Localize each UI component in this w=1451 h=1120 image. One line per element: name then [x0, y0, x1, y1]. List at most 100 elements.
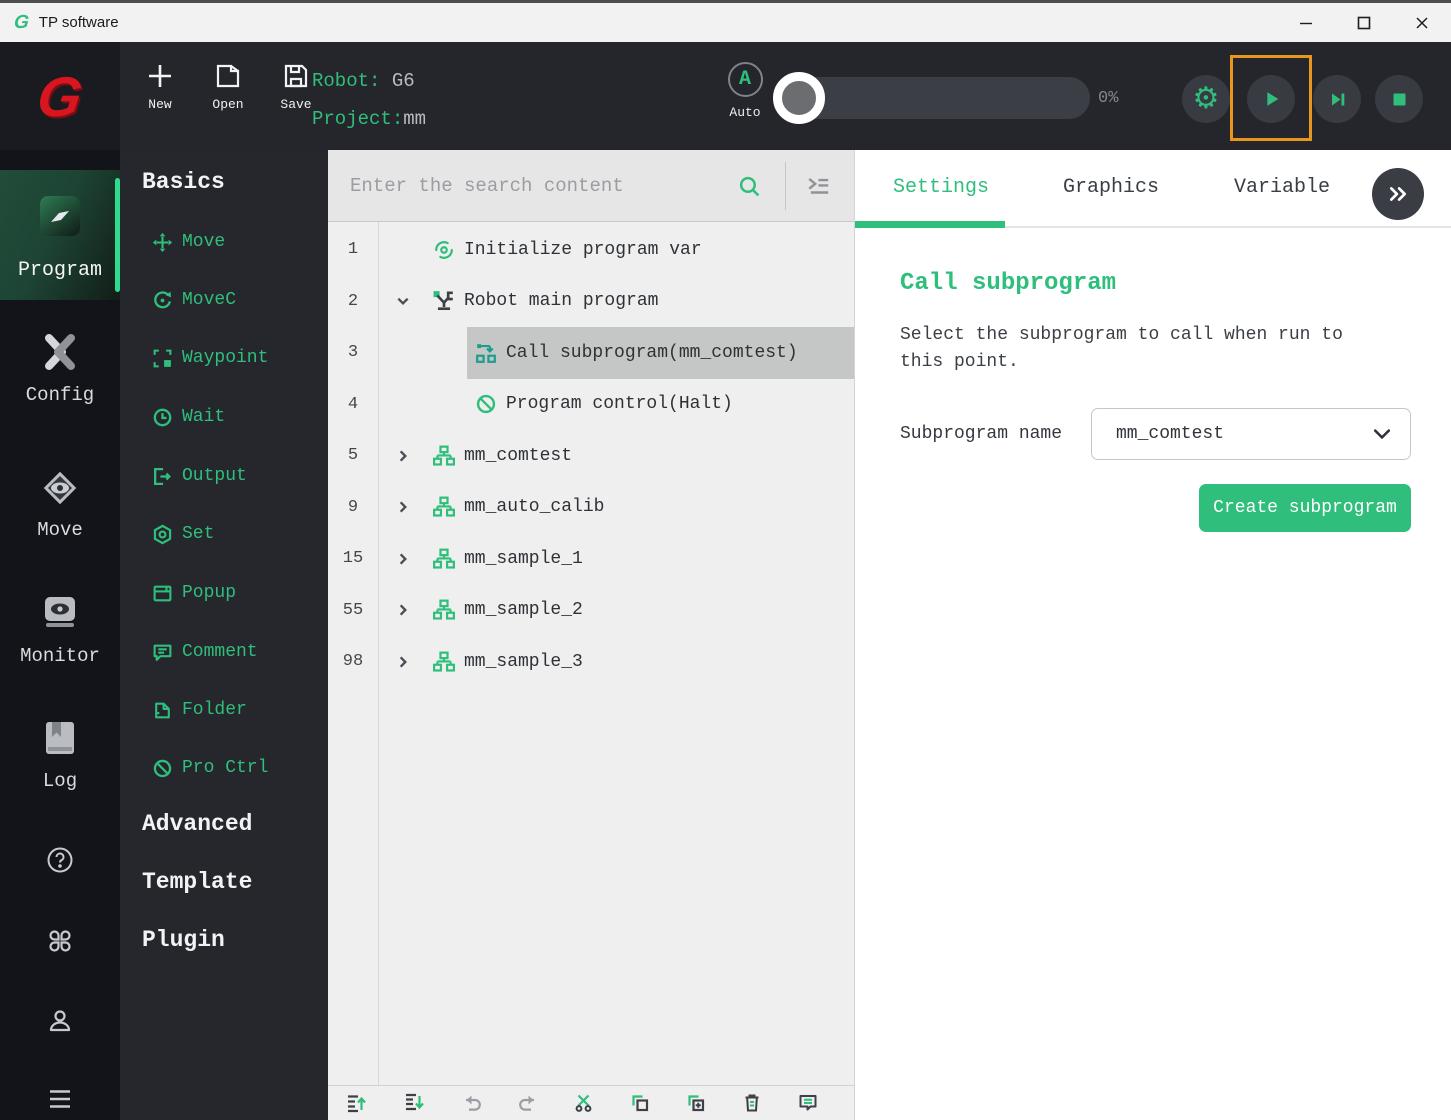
chevron-right-icon[interactable] — [396, 500, 412, 514]
tree-row-subprogram[interactable]: 15 mm_sample_1 — [328, 533, 854, 585]
palette-item-label: Set — [182, 524, 215, 544]
user-button[interactable] — [0, 1006, 120, 1036]
step-button[interactable] — [1313, 75, 1361, 123]
paste-icon — [688, 1095, 705, 1112]
tree-row-subprogram[interactable]: 9 mm_auto_calib — [328, 482, 854, 534]
palette-section-template[interactable]: Template — [142, 869, 252, 895]
speed-slider[interactable]: 0% — [773, 72, 1118, 124]
palette-item-set[interactable]: Set — [152, 521, 214, 547]
move-cross-icon — [152, 232, 173, 252]
robot-value: G6 — [391, 70, 415, 92]
palette-section-plugin[interactable]: Plugin — [142, 927, 225, 953]
tree-row-subprogram[interactable]: 98 mm_sample_3 — [328, 636, 854, 688]
palette-section-advanced[interactable]: Advanced — [142, 811, 252, 837]
sidebar-item-program[interactable]: Program — [0, 170, 120, 300]
chevron-right-icon[interactable] — [396, 449, 412, 463]
copy-button[interactable] — [628, 1092, 652, 1114]
delete-button[interactable] — [740, 1092, 764, 1114]
speed-slider-knob[interactable] — [773, 72, 825, 124]
create-subprogram-button[interactable]: Create subprogram — [1199, 484, 1411, 532]
inspector-panel: Settings Graphics Variable Call subprogr… — [854, 150, 1451, 1120]
undo-button[interactable] — [460, 1092, 484, 1114]
palette-item-pro-ctrl[interactable]: Pro Ctrl — [152, 755, 268, 781]
run-settings-button[interactable]: ⚙ — [1182, 75, 1230, 123]
subprogram-name-label: Subprogram name — [900, 424, 1063, 444]
palette-item-movec[interactable]: MoveC — [152, 287, 236, 313]
insert-after-button[interactable] — [402, 1092, 428, 1114]
open-button[interactable]: Open — [206, 62, 250, 112]
apps-button[interactable] — [0, 926, 120, 956]
palette-item-popup[interactable]: Popup — [152, 580, 236, 606]
subprogram-icon — [433, 548, 455, 569]
titlebar: G TP software — [0, 0, 1451, 42]
chevron-right-icon[interactable] — [396, 552, 412, 566]
chevron-right-icon[interactable] — [396, 603, 412, 617]
palette-item-comment[interactable]: Comment — [152, 639, 258, 665]
sidebar-item-monitor[interactable]: Monitor — [0, 588, 120, 667]
outline-toggle-icon[interactable] — [806, 174, 832, 198]
auto-mode-label: Auto — [729, 105, 761, 120]
chevron-right-icon[interactable] — [396, 655, 412, 669]
subprogram-icon — [433, 445, 455, 466]
menu-button[interactable] — [0, 1084, 120, 1114]
palette-section-basics: Basics — [142, 169, 225, 195]
robot-icon — [433, 291, 453, 311]
sidebar-item-move[interactable]: Move — [0, 464, 120, 541]
log-icon — [46, 722, 74, 754]
insert-before-button[interactable] — [344, 1092, 370, 1114]
auto-mode-indicator[interactable]: A Auto — [722, 62, 768, 120]
chevron-down-icon — [1374, 429, 1390, 439]
maximize-button[interactable] — [1335, 3, 1393, 42]
palette-item-label: Popup — [182, 583, 237, 603]
palette-item-move[interactable]: Move — [152, 229, 225, 255]
minimize-button[interactable] — [1277, 3, 1335, 42]
palette-item-waypoint[interactable]: Waypoint — [152, 345, 268, 371]
tree-row-subprogram[interactable]: 55 mm_sample_2 — [328, 585, 854, 637]
instruction-palette: Basics Move MoveC Waypoint Wait Output S… — [120, 150, 328, 1120]
tree-row-program-control[interactable]: 4 Program control(Halt) — [328, 379, 854, 431]
tab-settings[interactable]: Settings — [893, 176, 989, 199]
auto-mode-icon: A — [727, 62, 763, 97]
palette-item-output[interactable]: Output — [152, 463, 247, 489]
play-button[interactable] — [1247, 75, 1295, 123]
palette-item-label: Wait — [182, 407, 226, 427]
redo-button[interactable] — [516, 1092, 540, 1114]
program-editor: 1 Initialize program var 2 — [328, 150, 854, 1120]
palette-item-wait[interactable]: Wait — [152, 404, 225, 430]
copy-icon — [632, 1095, 649, 1112]
palette-item-folder[interactable]: Folder — [152, 697, 247, 723]
tree-row-subprogram[interactable]: 5 mm_comtest — [328, 430, 854, 482]
paste-button[interactable] — [684, 1092, 708, 1114]
subprogram-name-select[interactable]: mm_comtest — [1091, 408, 1411, 460]
search-input[interactable] — [328, 150, 785, 221]
insert-after-icon — [406, 1093, 424, 1111]
sidebar-item-config[interactable]: Config — [0, 328, 120, 406]
cut-button[interactable] — [572, 1092, 596, 1114]
window-title: TP software — [38, 14, 119, 31]
tree-row-robot-main[interactable]: 2 Robot main program — [328, 276, 854, 328]
initialize-icon — [435, 240, 453, 259]
tab-graphics[interactable]: Graphics — [1063, 176, 1159, 199]
palette-item-label: Waypoint — [182, 348, 269, 368]
project-value: mm — [403, 108, 427, 130]
tree-row-initialize[interactable]: 1 Initialize program var — [328, 224, 854, 276]
insert-before-icon — [348, 1095, 366, 1113]
line-number: 5 — [347, 446, 359, 466]
tree-row-call-subprogram[interactable]: 3 Call subprogram(mm_comtest) — [328, 327, 854, 379]
tab-variable[interactable]: Variable — [1234, 176, 1330, 199]
sidebar: Program Config Move Monitor Log — [0, 150, 120, 1120]
help-button[interactable] — [0, 845, 120, 875]
search-bar — [328, 150, 854, 222]
sidebar-item-log[interactable]: Log — [0, 714, 120, 792]
chevron-down-icon[interactable] — [396, 294, 412, 308]
sidebar-item-label: Log — [42, 770, 78, 792]
more-tabs-button[interactable] — [1372, 168, 1424, 220]
search-icon[interactable] — [738, 175, 761, 198]
tree-row-label: Robot main program — [464, 291, 659, 312]
comment-button[interactable] — [796, 1092, 820, 1114]
new-plus-icon — [149, 65, 171, 87]
user-icon — [49, 1010, 71, 1032]
stop-button[interactable] — [1375, 75, 1423, 123]
close-button[interactable] — [1393, 3, 1451, 42]
new-button[interactable]: New — [138, 62, 182, 112]
